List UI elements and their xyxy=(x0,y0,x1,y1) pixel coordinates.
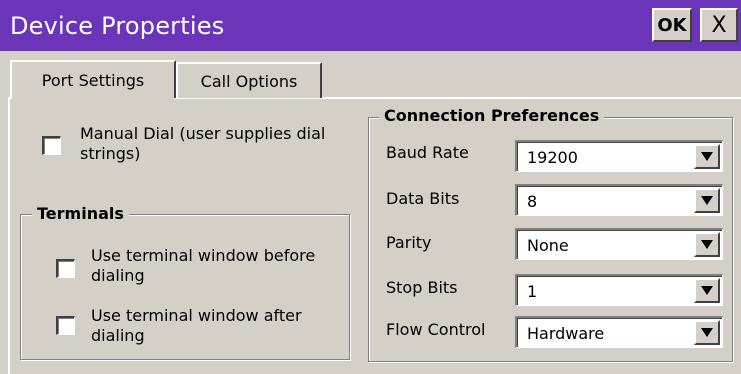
chevron-down-icon xyxy=(701,328,713,337)
window-title: Device Properties xyxy=(10,12,225,40)
chevron-down-icon xyxy=(701,196,713,205)
chevron-down-icon xyxy=(701,286,713,295)
parity-value: None xyxy=(527,236,569,255)
title-bar: Device Properties OK X xyxy=(0,0,741,51)
close-button[interactable]: X xyxy=(700,8,738,42)
data-bits-value: 8 xyxy=(527,192,538,211)
parity-dropdown-button[interactable] xyxy=(694,232,720,257)
terminals-group xyxy=(20,214,350,360)
stop-bits-dropdown-button[interactable] xyxy=(694,278,720,303)
terminal-after-label-line1: Use terminal window after xyxy=(91,306,302,325)
manual-dial-label-line2: strings) xyxy=(80,144,141,163)
ok-button[interactable]: OK xyxy=(652,8,692,42)
terminal-after-label-line2: dialing xyxy=(91,326,145,345)
data-bits-dropdown-button[interactable] xyxy=(694,188,720,213)
terminal-before-checkbox[interactable] xyxy=(56,259,75,278)
stop-bits-label: Stop Bits xyxy=(386,278,458,297)
baud-rate-value: 19200 xyxy=(527,148,578,167)
tab-port-settings[interactable]: Port Settings xyxy=(10,60,176,98)
active-tab-join xyxy=(12,97,174,100)
manual-dial-label-line1: Manual Dial (user supplies dial xyxy=(80,124,326,143)
baud-rate-dropdown-button[interactable] xyxy=(694,144,720,169)
connection-preferences-title: Connection Preferences xyxy=(379,106,605,126)
terminal-before-label-line1: Use terminal window before xyxy=(91,246,316,265)
baud-rate-select[interactable]: 19200 xyxy=(515,140,723,172)
stop-bits-value: 1 xyxy=(527,282,538,301)
parity-select[interactable]: None xyxy=(515,228,723,260)
tab-call-options[interactable]: Call Options xyxy=(176,62,322,98)
parity-label: Parity xyxy=(386,233,432,252)
data-bits-select[interactable]: 8 xyxy=(515,184,723,216)
manual-dial-checkbox[interactable] xyxy=(42,136,61,155)
flow-control-select[interactable]: Hardware xyxy=(515,316,723,348)
chevron-down-icon xyxy=(701,240,713,249)
terminals-group-title: Terminals xyxy=(32,204,129,224)
terminal-before-label-line2: dialing xyxy=(91,266,145,285)
data-bits-label: Data Bits xyxy=(386,189,460,208)
stop-bits-select[interactable]: 1 xyxy=(515,274,723,306)
flow-control-label: Flow Control xyxy=(386,320,486,339)
chevron-down-icon xyxy=(701,152,713,161)
baud-rate-label: Baud Rate xyxy=(386,143,469,162)
flow-control-value: Hardware xyxy=(527,324,605,343)
terminal-after-checkbox[interactable] xyxy=(56,316,75,335)
flow-control-dropdown-button[interactable] xyxy=(694,320,720,345)
